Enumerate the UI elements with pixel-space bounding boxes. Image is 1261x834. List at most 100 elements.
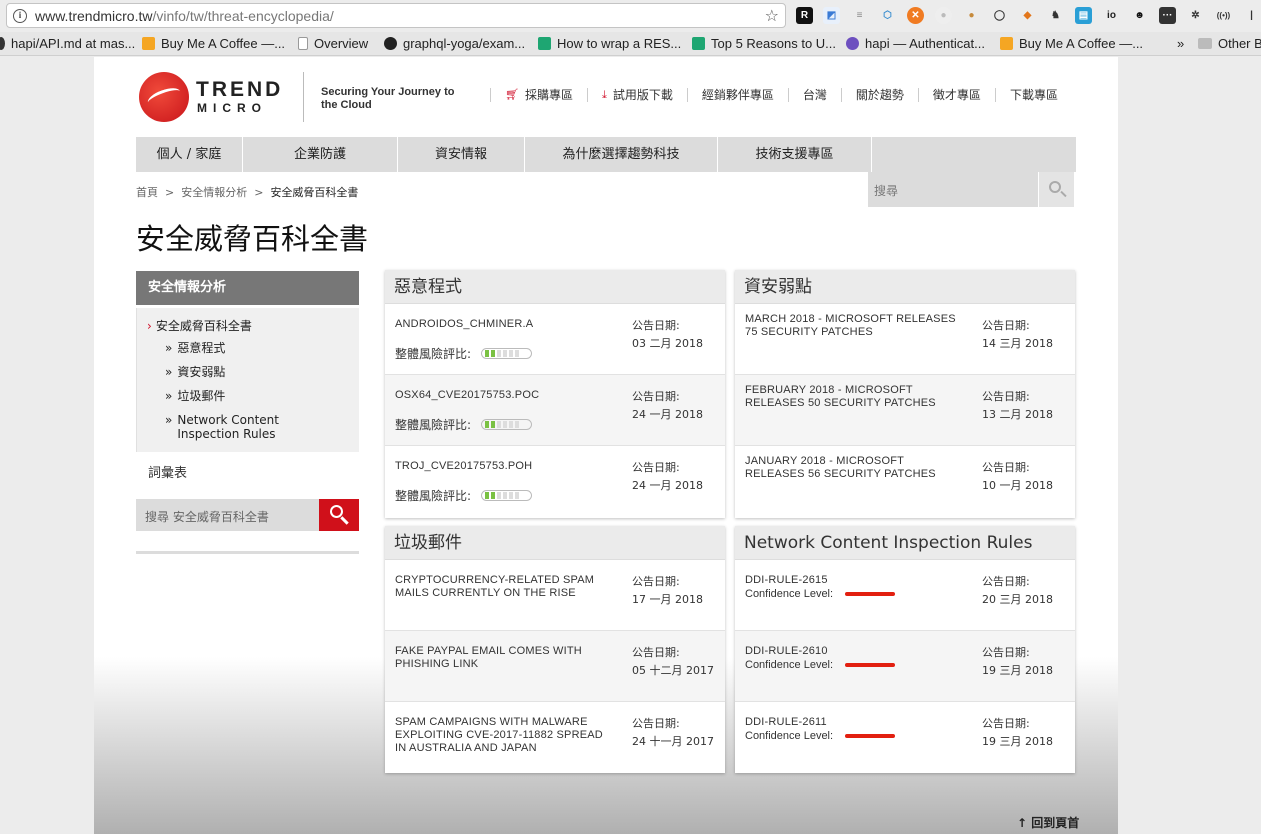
extension-more-icon[interactable]: |: [1243, 7, 1260, 24]
logo-wordmark[interactable]: TREND: [196, 78, 283, 102]
vulnerability-title[interactable]: MARCH 2018 - MICROSOFT RELEASES 75 SECUR…: [745, 313, 960, 339]
bookmark-item[interactable]: graphql-yoga/exam...: [384, 36, 525, 51]
extension-cookie-icon[interactable]: ●: [963, 7, 980, 24]
list-item[interactable]: ANDROIDOS_CHMINER.A 整體風險評比: 公告日期: 03 二月 …: [385, 304, 725, 375]
bookmark-item[interactable]: hapi — Authenticat...: [846, 36, 985, 51]
bookmark-item[interactable]: Top 5 Reasons to U...: [692, 36, 836, 51]
extension-orange-icon[interactable]: ✕: [907, 7, 924, 24]
nav-item-home[interactable]: 個人 / 家庭: [136, 137, 243, 172]
extension-gear-icon[interactable]: ✲: [1187, 7, 1204, 24]
threat-name[interactable]: OSX64_CVE20175753.POC: [395, 389, 610, 402]
threat-name[interactable]: TROJ_CVE20175753.POH: [395, 460, 610, 473]
page-title: 安全威脅百科全書: [136, 222, 369, 256]
publish-date: 24 一月 2018: [632, 479, 703, 492]
rule-name[interactable]: DDI-RULE-2615: [745, 574, 960, 587]
extension-io-icon[interactable]: io: [1103, 7, 1120, 24]
extension-figure-icon[interactable]: ♞: [1047, 7, 1064, 24]
encyclopedia-search-button[interactable]: [319, 499, 359, 531]
bookmark-item[interactable]: How to wrap a RES...: [538, 36, 681, 51]
malware-panel-title[interactable]: 惡意程式: [385, 270, 725, 304]
list-item[interactable]: SPAM CAMPAIGNS WITH MALWARE EXPLOITING C…: [385, 702, 725, 773]
list-item[interactable]: MARCH 2018 - MICROSOFT RELEASES 75 SECUR…: [735, 304, 1075, 375]
list-item[interactable]: JANUARY 2018 - MICROSOFT RELEASES 56 SEC…: [735, 446, 1075, 517]
bookmark-item[interactable]: hapi/API.md at mas...: [0, 36, 135, 51]
extension-gray-icon[interactable]: ●: [935, 7, 952, 24]
encyclopedia-search-input[interactable]: 搜尋 安全威脅百科全書: [145, 508, 269, 525]
sidebar-item-ncir[interactable]: » Network Content Inspection Rules: [165, 413, 355, 441]
bookmark-star-icon[interactable]: ☆: [765, 6, 779, 25]
risk-segment: [515, 492, 520, 499]
extension-wave-icon[interactable]: ((•)): [1215, 7, 1232, 24]
github-icon: [0, 37, 5, 50]
extension-lines-icon[interactable]: ≡: [851, 7, 868, 24]
breadcrumb-section[interactable]: 安全情報分析: [181, 186, 247, 199]
threat-name[interactable]: ANDROIDOS_CHMINER.A: [395, 318, 610, 331]
nav-item-security-intel[interactable]: 資安情報: [398, 137, 525, 172]
bookmark-item[interactable]: Overview: [298, 36, 368, 51]
bookmarks-overflow[interactable]: »: [1177, 36, 1184, 51]
extension-dots-icon[interactable]: ···: [1159, 7, 1176, 24]
rule-name[interactable]: DDI-RULE-2611: [745, 716, 960, 729]
trend-micro-logo-icon[interactable]: [139, 72, 189, 122]
sidebar-heading[interactable]: 安全情報分析: [136, 271, 359, 305]
nav-item-support[interactable]: 技術支援專區: [718, 137, 872, 172]
nav-item-business[interactable]: 企業防護: [243, 137, 398, 172]
spam-title[interactable]: SPAM CAMPAIGNS WITH MALWARE EXPLOITING C…: [395, 716, 610, 755]
other-bookmarks[interactable]: Other B: [1198, 36, 1261, 51]
breadcrumb: 首頁 > 安全情報分析 > 安全威脅百科全書: [136, 186, 359, 199]
top-link-region[interactable]: 台灣: [787, 88, 841, 102]
list-item[interactable]: DDI-RULE-2610 Confidence Level: 公告日期: 19…: [735, 631, 1075, 702]
bookmark-item[interactable]: Buy Me A Coffee —...: [1000, 36, 1143, 51]
top-link-trial[interactable]: ⤓ 試用版下載: [586, 88, 687, 102]
list-item[interactable]: DDI-RULE-2611 Confidence Level: 公告日期: 19…: [735, 702, 1075, 773]
extension-r-icon[interactable]: R: [796, 7, 813, 24]
green-icon: [692, 37, 705, 50]
address-bar[interactable]: i www.trendmicro.tw/vinfo/tw/threat-ency…: [6, 3, 786, 28]
extension-translate-icon[interactable]: ◩: [823, 7, 840, 24]
download-icon: ⤓: [601, 88, 607, 101]
nav-item-why-trend[interactable]: 為什麼選擇趨勢科技: [525, 137, 718, 172]
cart-icon: 🛒︎: [505, 88, 519, 101]
rule-name[interactable]: DDI-RULE-2610: [745, 645, 960, 658]
spam-title[interactable]: CRYPTOCURRENCY-RELATED SPAM MAILS CURREN…: [395, 574, 610, 600]
list-item[interactable]: CRYPTOCURRENCY-RELATED SPAM MAILS CURREN…: [385, 560, 725, 631]
risk-segment: [509, 492, 514, 499]
risk-segment: [509, 421, 514, 428]
search-button[interactable]: [1038, 172, 1074, 207]
top-link-downloads[interactable]: 下載專區: [994, 88, 1072, 102]
sidebar-item-malware[interactable]: » 惡意程式: [165, 341, 355, 355]
publish-date: 14 三月 2018: [982, 337, 1053, 350]
extension-avatar-icon[interactable]: ☻: [1131, 7, 1148, 24]
sidebar-item-encyclopedia[interactable]: › 安全威脅百科全書: [147, 317, 252, 334]
list-item[interactable]: FAKE PAYPAL EMAIL COMES WITH PHISHING LI…: [385, 631, 725, 702]
extension-blue-icon[interactable]: ▤: [1075, 7, 1092, 24]
list-item[interactable]: TROJ_CVE20175753.POH 整體風險評比: 公告日期: 24 一月…: [385, 446, 725, 517]
top-link-careers[interactable]: 徵才專區: [917, 88, 995, 102]
vulnerability-panel-title[interactable]: 資安弱點: [735, 270, 1075, 304]
vulnerability-title[interactable]: FEBRUARY 2018 - MICROSOFT RELEASES 50 SE…: [745, 384, 960, 410]
extension-fox-icon[interactable]: ◆: [1019, 7, 1036, 24]
back-to-top-link[interactable]: ↑ 回到頁首: [1017, 814, 1079, 831]
bookmark-item[interactable]: Buy Me A Coffee —...: [142, 36, 285, 51]
publish-date: 17 一月 2018: [632, 593, 703, 606]
top-link-buy[interactable]: 🛒︎ 採購專區: [490, 88, 587, 102]
vulnerability-title[interactable]: JANUARY 2018 - MICROSOFT RELEASES 56 SEC…: [745, 455, 960, 481]
site-info-icon[interactable]: i: [13, 8, 27, 23]
top-link-partners[interactable]: 經銷夥伴專區: [686, 88, 788, 102]
ncir-panel-title[interactable]: Network Content Inspection Rules: [735, 526, 1075, 560]
extension-hex-icon[interactable]: ⬡: [879, 7, 896, 24]
list-item[interactable]: FEBRUARY 2018 - MICROSOFT RELEASES 50 SE…: [735, 375, 1075, 446]
spam-title[interactable]: FAKE PAYPAL EMAIL COMES WITH PHISHING LI…: [395, 645, 610, 671]
breadcrumb-current: 安全威脅百科全書: [270, 186, 359, 199]
sidebar-item-glossary[interactable]: 詞彙表: [148, 462, 187, 481]
top-link-about[interactable]: 關於趨勢: [840, 88, 918, 102]
spam-panel-title[interactable]: 垃圾郵件: [385, 526, 725, 560]
sidebar-item-spam[interactable]: » 垃圾郵件: [165, 389, 355, 403]
logo-wordmark-sub[interactable]: MICRO: [197, 101, 267, 115]
list-item[interactable]: OSX64_CVE20175753.POC 整體風險評比: 公告日期: 24 一…: [385, 375, 725, 446]
sidebar-item-vulnerabilities[interactable]: » 資安弱點: [165, 365, 355, 379]
extension-github-icon[interactable]: ◯: [991, 7, 1008, 24]
search-input[interactable]: 搜尋: [874, 182, 898, 199]
breadcrumb-home[interactable]: 首頁: [136, 186, 158, 199]
list-item[interactable]: DDI-RULE-2615 Confidence Level: 公告日期: 20…: [735, 560, 1075, 631]
